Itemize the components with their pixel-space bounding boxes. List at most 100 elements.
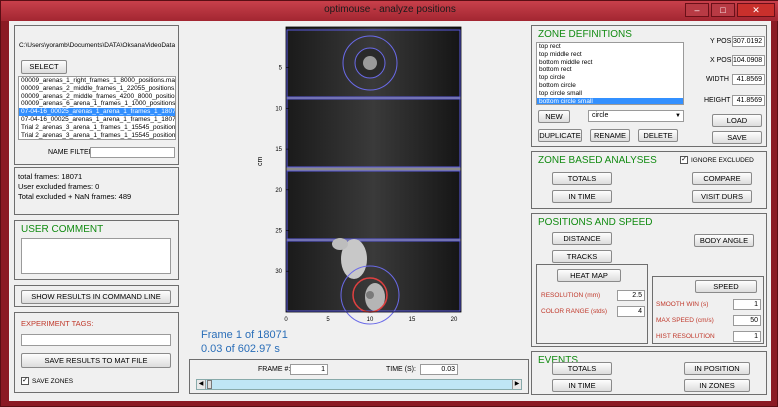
frame-number-input[interactable]: 1: [290, 364, 328, 375]
app-window: optimouse - analyze positions – □ ✕ C:\U…: [0, 0, 778, 407]
file-list-item[interactable]: 00009_arenas_6_arena_1_frames_1_1000_pos…: [19, 100, 175, 108]
heatmap-subpanel: HEAT MAP RESOLUTION (mm) 2.5 COLOR RANGE…: [536, 264, 648, 344]
zone-in-time-button[interactable]: IN TIME: [552, 190, 612, 203]
title-bar[interactable]: optimouse - analyze positions – □ ✕: [1, 1, 778, 21]
x-tick-label: 15: [409, 317, 416, 323]
zone-list-item[interactable]: top middle rect: [537, 51, 683, 59]
minimize-icon[interactable]: –: [685, 3, 709, 17]
visit-durs-button[interactable]: VISIT DURS: [692, 190, 752, 203]
object-bottom: [366, 291, 374, 299]
zone-list[interactable]: top rect top middle rect bottom middle rec…: [536, 42, 684, 105]
close-icon[interactable]: ✕: [737, 3, 775, 17]
zone-list-item[interactable]: bottom circle small: [537, 97, 683, 104]
save-zones-checkbox[interactable]: ✓: [21, 377, 29, 385]
events-totals-button[interactable]: TOTALS: [552, 362, 612, 375]
y-tick-label: 15: [275, 147, 282, 153]
width-input[interactable]: 41.8569: [732, 74, 765, 85]
zone-list-item[interactable]: top circle small: [537, 90, 683, 98]
time-label: TIME (S):: [386, 366, 416, 373]
maximize-icon[interactable]: □: [711, 3, 735, 17]
video-plot[interactable]: cm 5 10 15 20 25 30 0 5 10 15 20: [254, 21, 474, 326]
color-range-input[interactable]: 4: [617, 306, 645, 317]
name-filter-input[interactable]: [90, 147, 175, 158]
file-list-item[interactable]: 07-04-16_00025_arenas_1_arena_1_frames_1…: [19, 116, 175, 124]
speed-button[interactable]: SPEED: [695, 280, 757, 293]
delete-button[interactable]: DELETE: [638, 129, 678, 142]
slider-right-arrow[interactable]: ▶: [512, 380, 521, 389]
save-zones-label: SAVE ZONES: [32, 378, 74, 385]
slider-left-arrow[interactable]: ◀: [197, 380, 206, 389]
ignore-excluded-checkbox[interactable]: ✓: [680, 156, 688, 164]
zone-list-item[interactable]: top circle: [537, 74, 683, 82]
duplicate-button[interactable]: DUPLICATE: [538, 129, 582, 142]
zone-shape-select[interactable]: circle ▼: [588, 110, 684, 122]
y-tick-label: 10: [275, 106, 282, 112]
y-tick-label: 25: [275, 229, 282, 235]
in-position-button[interactable]: IN POSITION: [684, 362, 750, 375]
color-range-label: COLOR RANGE (stds): [541, 308, 608, 315]
zone-totals-button[interactable]: TOTALS: [552, 172, 612, 185]
client-area: C:\Users\yoramb\Documents\DATA\OksanaVid…: [9, 21, 771, 401]
height-input[interactable]: 41.8569: [732, 95, 765, 106]
x-pos-input[interactable]: 104.0908: [732, 55, 765, 66]
smooth-win-label: SMOOTH WIN (s): [656, 301, 709, 308]
positions-speed-panel: POSITIONS AND SPEED DISTANCE BODY ANGLE …: [531, 213, 767, 347]
show-results-button[interactable]: SHOW RESULTS IN COMMAND LINE: [21, 290, 171, 304]
chevron-down-icon: ▼: [675, 113, 681, 119]
max-speed-label: MAX SPEED (cm/s): [656, 317, 714, 324]
user-excluded-frames: User excluded frames: 0: [18, 182, 100, 191]
resolution-input[interactable]: 2.5: [617, 290, 645, 301]
frame-counter: Frame 1 of 18071: [201, 329, 288, 341]
user-comment-input[interactable]: [21, 238, 171, 274]
zone-list-item[interactable]: bottom rect: [537, 66, 683, 74]
tracks-button[interactable]: TRACKS: [552, 250, 612, 263]
x-tick-label: 20: [451, 317, 458, 323]
positions-speed-title: POSITIONS AND SPEED: [538, 217, 653, 228]
compare-button[interactable]: COMPARE: [692, 172, 752, 185]
speed-subpanel: SPEED SMOOTH WIN (s) 1 MAX SPEED (cm/s) …: [652, 276, 764, 344]
zone-list-item[interactable]: bottom circle: [537, 82, 683, 90]
name-filter-label: NAME FILTER: [48, 149, 94, 156]
distance-button[interactable]: DISTANCE: [552, 232, 612, 245]
save-zones-button[interactable]: SAVE: [712, 131, 762, 144]
heat-map-button[interactable]: HEAT MAP: [557, 269, 621, 282]
resolution-label: RESOLUTION (mm): [541, 292, 601, 299]
y-tick-label: 20: [275, 188, 282, 194]
width-label: WIDTH: [706, 76, 729, 83]
file-list-item[interactable]: 00009_arenas_2_middle_frames_4200_8000_p…: [19, 93, 175, 101]
slider-thumb[interactable]: [207, 380, 212, 389]
max-speed-input[interactable]: 50: [733, 315, 761, 326]
events-in-time-button[interactable]: IN TIME: [552, 379, 612, 392]
dir-path: C:\Users\yoramb\Documents\DATA\OksanaVid…: [19, 42, 176, 49]
zone-list-item[interactable]: top rect: [537, 43, 683, 51]
file-list-item[interactable]: 07-04-16_00025_arenas_1_arena_1_frames_1…: [19, 108, 175, 116]
zone-shape-value: circle: [592, 112, 609, 119]
in-zones-button[interactable]: IN ZONES: [684, 379, 750, 392]
file-list-item[interactable]: Trial 2_arenas_3_arena_1_frames_1_15545_…: [19, 124, 175, 132]
y-axis-label: cm: [257, 157, 264, 167]
save-mat-button[interactable]: SAVE RESULTS TO MAT FILE: [21, 353, 171, 368]
frame-slider[interactable]: ◀ ▶: [196, 379, 522, 390]
zone-list-item[interactable]: bottom middle rect: [537, 59, 683, 67]
smooth-win-input[interactable]: 1: [733, 299, 761, 310]
y-pos-label: Y POS: [710, 38, 732, 45]
events-panel: EVENTS TOTALS IN POSITION IN TIME IN ZON…: [531, 351, 767, 395]
height-label: HEIGHT: [704, 97, 731, 104]
file-list-item[interactable]: Trial 2_arenas_3_arena_1_frames_1_15545_…: [19, 132, 175, 139]
file-list-item[interactable]: 00009_arenas_2_middle_frames_1_22055_pos…: [19, 85, 175, 93]
select-dir-button[interactable]: SELECT DIR: [21, 60, 67, 83]
show-results-panel: SHOW RESULTS IN COMMAND LINE: [14, 285, 179, 307]
y-pos-input[interactable]: 307.0192: [732, 36, 765, 47]
time-input[interactable]: 0.03: [420, 364, 458, 375]
file-list-item[interactable]: 00009_arenas_1_right_frames_1_8000_posit…: [19, 77, 175, 85]
file-list[interactable]: 00009_arenas_1_right_frames_1_8000_posit…: [18, 76, 176, 140]
new-zone-button[interactable]: NEW: [538, 110, 570, 123]
x-tick-label: 10: [367, 317, 374, 323]
hist-resolution-label: HIST RESOLUTION: [656, 333, 715, 340]
hist-resolution-input[interactable]: 1: [733, 331, 761, 342]
body-angle-button[interactable]: BODY ANGLE: [694, 234, 754, 247]
load-zones-button[interactable]: LOAD: [712, 114, 762, 127]
frame-number-label: FRAME #:: [258, 366, 291, 373]
experiment-tags-input[interactable]: [21, 334, 171, 346]
rename-button[interactable]: RENAME: [590, 129, 630, 142]
